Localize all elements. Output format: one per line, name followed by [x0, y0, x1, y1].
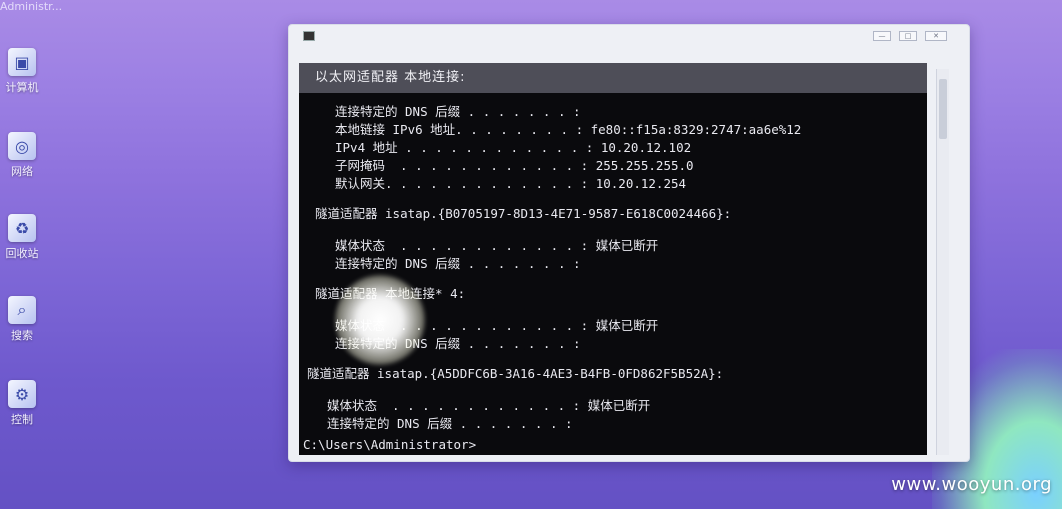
watermark: www.wooyun.org [891, 474, 1052, 495]
window-title-fragment: Administr... [0, 0, 63, 13]
recycle-bin-icon: ♻ [8, 214, 36, 242]
console-output[interactable]: 以太网适配器 本地连接: 连接特定的 DNS 后缀 . . . . . . . … [299, 63, 927, 455]
console-line: 默认网关. . . . . . . . . . . . . : 10.20.12… [335, 176, 687, 191]
console-line: 媒体状态 . . . . . . . . . . . . : 媒体已断开 [335, 238, 659, 253]
console-line: 本地链接 IPv6 地址. . . . . . . . : fe80::f15a… [335, 122, 802, 137]
console-line: 连接特定的 DNS 后缀 . . . . . . . : [327, 416, 573, 431]
close-button[interactable]: ✕ [925, 31, 947, 41]
desktop-icon-label: 控制 [11, 413, 33, 426]
desktop-icon-search[interactable]: ⌕ 搜索 [2, 296, 42, 343]
desktop-icon-label: 搜索 [11, 329, 33, 342]
desktop-icon-label: 网络 [11, 165, 33, 178]
console-line: 媒体状态 . . . . . . . . . . . . : 媒体已断开 [327, 398, 651, 413]
maximize-button[interactable]: □ [899, 31, 917, 41]
command-prompt[interactable]: C:\Users\Administrator> [303, 437, 476, 452]
desktop-icon-label: 计算机 [5, 81, 39, 94]
console-line: 隧道适配器 isatap.{A5DDFC6B-3A16-4AE3-B4FB-0F… [307, 366, 724, 381]
desktop-icon-control-panel[interactable]: ⚙ 控制 [2, 380, 42, 427]
control-panel-icon: ⚙ [8, 380, 36, 408]
cmd-window[interactable]: — □ ✕ 以太网适配器 本地连接: 连接特定的 DNS 后缀 . . . . … [288, 24, 970, 462]
title-bar[interactable]: — □ ✕ [289, 25, 969, 47]
desktop-icon-network[interactable]: ◎ 网络 [2, 132, 42, 179]
window-controls: — □ ✕ [873, 31, 947, 41]
scrollbar-thumb[interactable] [939, 79, 947, 139]
desktop-icon-label: 回收站 [5, 247, 39, 260]
console-line: 连接特定的 DNS 后缀 . . . . . . . : [335, 104, 581, 119]
vertical-scrollbar[interactable] [936, 69, 949, 455]
network-icon: ◎ [8, 132, 36, 160]
console-line: IPv4 地址 . . . . . . . . . . . . : 10.20.… [335, 140, 692, 155]
adapter-title: 以太网适配器 本地连接: [299, 63, 927, 93]
camera-glare [335, 275, 425, 365]
desktop-icon-computer[interactable]: ▣ 计算机 [2, 48, 42, 95]
console-line: 子网掩码 . . . . . . . . . . . . : 255.255.2… [335, 158, 694, 173]
minimize-button[interactable]: — [873, 31, 891, 41]
cmd-icon [303, 31, 315, 41]
computer-icon: ▣ [8, 48, 36, 76]
console-line: 隧道适配器 isatap.{B0705197-8D13-4E71-9587-E6… [315, 206, 732, 221]
search-icon: ⌕ [8, 296, 36, 324]
desktop-icon-recycle-bin[interactable]: ♻ 回收站 [2, 214, 42, 261]
console-line: 连接特定的 DNS 后缀 . . . . . . . : [335, 256, 581, 271]
